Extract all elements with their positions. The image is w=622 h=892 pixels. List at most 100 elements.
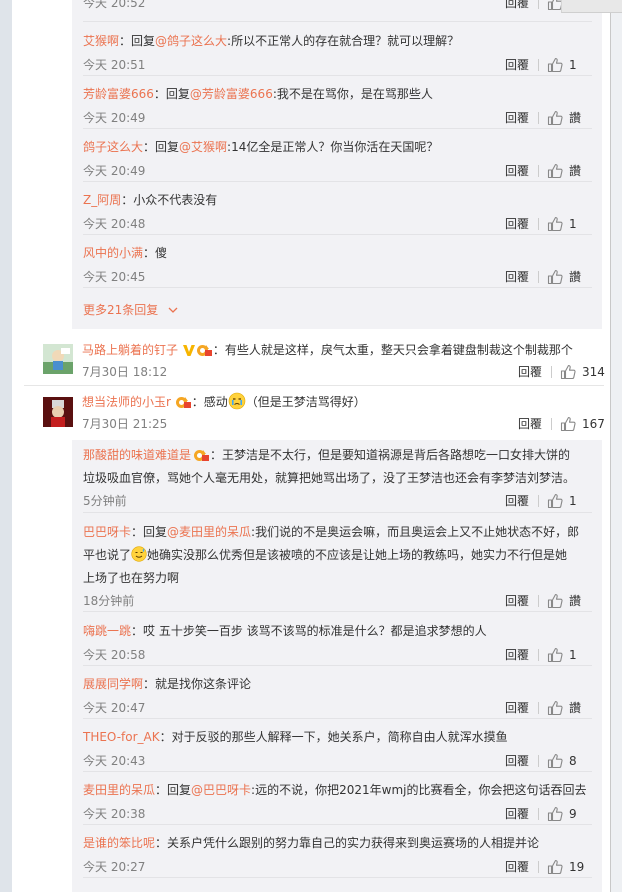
user-name[interactable]: 那酸甜的味道难道是 [83,448,191,462]
reply-text: ：王梦洁是不太行，但是要知道祸源是背后各路想吃一口女排大饼的 [210,448,571,462]
reply-button[interactable]: 回覆 [505,55,529,75]
thumbs-up-icon[interactable] [560,364,576,380]
reply-text: ：就是找你这条评论 [143,677,252,691]
reply-button[interactable]: 回覆 [505,214,529,234]
divider [538,808,539,820]
reply-text: ：小众不代表没有 [121,193,218,207]
thumbs-up-icon[interactable] [547,493,563,509]
mention-link[interactable]: @麦田里的呆瓜 [167,525,251,539]
user-name[interactable]: 马路上躺着的钉子 [82,343,178,357]
reply-button[interactable]: 回覆 [505,0,529,13]
scrollbar-track[interactable] [611,0,622,892]
divider [538,861,539,873]
comment-time: 5分钟前 [83,494,127,508]
user-name[interactable]: THEO-for_AK [83,730,160,744]
comments-card: 今天 20:52 回覆 2 艾猴啊：回复@鸽子这么大:所以不正常人的存在就合理？… [12,0,616,892]
thumbs-up-icon[interactable] [547,57,563,73]
reply-button[interactable]: 回覆 [505,804,529,824]
reply-text: ：哎 五十步笑一百步 该骂不该骂的标准是什么？都是追求梦想的人 [131,624,487,638]
user-name[interactable]: 巴巴呀卡 [83,525,131,539]
reply-text-line2: 垃圾吸血官僚，骂她个人毫无用处，就算把她骂出场了，没了王梦洁也还会有李梦洁刘梦洁… [83,471,576,485]
reply-item: 鸽子这么大：回复@艾猴啊:14亿全是正常人？你当你活在天国呢？ 今天 20:49… [83,137,592,182]
reply-thread: 那酸甜的味道难道是 ：王梦洁是不太行，但是要知道祸源是背后各路想吃一口女排大饼的垃… [72,440,602,892]
thumbs-up-icon[interactable] [547,593,563,609]
thumbs-up-icon[interactable] [547,700,563,716]
divider [551,418,552,430]
user-name[interactable]: 嗨跳一跳 [83,624,131,638]
like-count: 1 [569,494,577,508]
like-count: 讚 [569,111,582,125]
divider [538,59,539,71]
divider [538,271,539,283]
window-corner [561,0,622,13]
thumbs-up-icon[interactable] [547,110,563,126]
reply-button[interactable]: 回覆 [505,491,529,511]
thumbs-up-icon[interactable] [547,269,563,285]
more-replies-link[interactable]: 更多21条回复 [83,300,178,320]
reply-button[interactable]: 回覆 [505,645,529,665]
user-name[interactable]: Z_阿周 [83,193,121,207]
divider [538,755,539,767]
reply-text-line3: 上场了也在努力啊 [83,571,180,585]
thumbs-up-icon[interactable] [547,647,563,663]
like-count: 8 [569,754,577,768]
avatar[interactable] [43,397,73,427]
reply-text: :我们说的不是奥运会嘛，而且奥运会上又不止她状态不好，郎 [251,525,580,539]
user-name[interactable]: 想当法师的小玉r [82,395,171,409]
reply-text: :14亿全是正常人？你当你活在天国呢？ [227,140,439,154]
thumbs-up-icon[interactable] [560,416,576,432]
reply-item: 展展同学啊：就是找你这条评论 今天 20:47 回覆 讚 [83,674,592,719]
reply-button[interactable]: 回覆 [505,751,529,771]
reply-text-line2: 平也说了 [83,548,132,562]
comment-time: 今天 20:51 [83,58,146,72]
user-name[interactable]: 展展同学啊 [83,677,143,691]
reply-button[interactable]: 回覆 [505,698,529,718]
user-name[interactable]: 麦田里的呆瓜 [83,783,155,797]
reply-prefix: ：回复 [153,87,190,101]
mention-link[interactable]: @芳龄富婆666 [190,87,273,101]
reply-button[interactable]: 回覆 [505,161,529,181]
reply-button[interactable]: 回覆 [518,414,542,434]
user-name[interactable]: 是谁的笨比呢 [83,836,155,850]
like-count: 讚 [569,594,582,608]
comment-time: 今天 20:48 [83,217,146,231]
comment-text: ：有些人就是这样，戾气太重，整天只会拿着键盘制裁这个制裁那个 [212,343,573,357]
user-name[interactable]: 鸽子这么大 [83,140,143,154]
reply-button[interactable]: 回覆 [505,857,529,877]
like-count: 讚 [569,270,582,284]
thumbs-up-icon[interactable] [547,163,563,179]
reply-prefix: ：回复 [131,525,168,539]
like-count: 9 [569,807,577,821]
thumbs-up-icon[interactable] [547,216,563,232]
reply-item: 麦田里的呆瓜：回复@巴巴呀卡:远的不说，你把2021年wmj的比赛看全，你会把这… [83,780,592,825]
mention-link[interactable]: @鸽子这么大 [155,34,227,48]
divider [538,595,539,607]
reply-text: ：傻 [143,246,168,260]
comment-text-extra: （但是王梦洁骂得好） [245,395,366,409]
avatar[interactable] [43,344,73,374]
reply-item: 风中的小满：傻 今天 20:45 回覆 讚 [83,243,592,288]
mention-link[interactable]: @艾猴啊 [179,140,227,154]
reply-text: :远的不说，你把2021年wmj的比赛看全，你会把这句话吞回去 [251,783,587,797]
user-name[interactable]: 艾猴啊 [83,34,119,48]
comment-time: 7月30日 18:12 [82,365,168,379]
comment-item: 马路上躺着的钉子 ：有些人就是这样，戾气太重，整天只会拿着键盘制裁这个制裁那个 … [24,337,605,386]
comment-time: 今天 20:49 [83,111,146,125]
thumbs-up-icon[interactable] [547,859,563,875]
reply-button[interactable]: 回覆 [505,591,529,611]
reply-button[interactable]: 回覆 [505,267,529,287]
user-name[interactable]: 风中的小满 [83,246,143,260]
user-name[interactable]: 芳龄富婆666 [83,87,154,101]
divider [538,702,539,714]
chevron-down-icon [168,307,178,313]
fan-badge-icon [194,450,210,461]
divider [538,218,539,230]
reply-button[interactable]: 回覆 [505,108,529,128]
mention-link[interactable]: @巴巴呀卡 [191,783,251,797]
reply-item: 是谁的笨比呢：关系户凭什么跟别的努力靠自己的实力获得来到奥运赛场的人相提并论 今… [83,833,592,878]
comment-time: 7月30日 21:25 [82,417,168,431]
thumbs-up-icon[interactable] [547,753,563,769]
reply-item: 芳龄富婆666：回复@芳龄富婆666:我不是在骂你，是在骂那些人 今天 20:4… [83,84,592,129]
reply-button[interactable]: 回覆 [518,362,542,382]
thumbs-up-icon[interactable] [547,806,563,822]
